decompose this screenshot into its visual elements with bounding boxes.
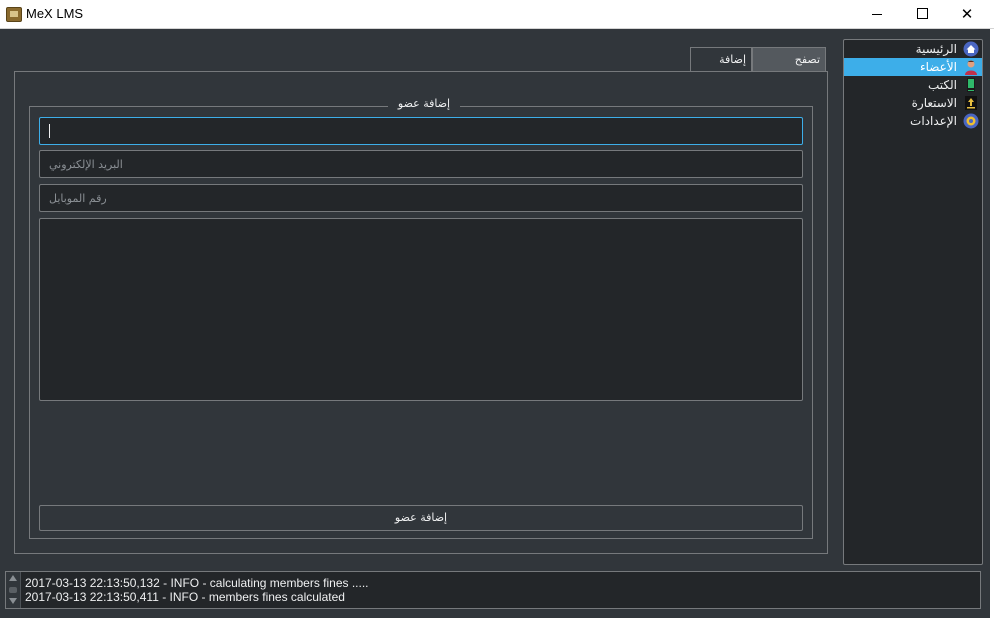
mobile-input[interactable]: رقم الموبايل: [39, 184, 803, 212]
scroll-down-icon[interactable]: [9, 598, 17, 604]
sidebar-item-books[interactable]: الكتب: [844, 76, 982, 94]
tab-add-member[interactable]: إضافة عضو: [690, 47, 752, 90]
notes-textarea[interactable]: [39, 218, 803, 401]
scroll-thumb[interactable]: [9, 587, 17, 593]
sidebar-item-home[interactable]: الرئيسية: [844, 40, 982, 58]
sidebar: الرئيسية الأعضاء الكتب الاستعارة الإعداد…: [843, 39, 983, 565]
close-button[interactable]: ✕: [944, 0, 990, 28]
sidebar-item-label: الرئيسية: [915, 42, 957, 56]
mobile-placeholder: رقم الموبايل: [49, 192, 107, 205]
sidebar-item-label: الأعضاء: [919, 60, 957, 74]
text-caret: [49, 124, 50, 138]
log-line: 2017-03-13 22:13:50,411 - INFO - members…: [25, 590, 345, 604]
borrow-icon: [965, 96, 977, 110]
add-member-button[interactable]: إضافة عضو: [39, 505, 803, 531]
maximize-icon: [916, 8, 928, 19]
log-scrollbar[interactable]: [6, 572, 21, 608]
sidebar-item-label: الاستعارة: [911, 96, 957, 110]
sidebar-item-borrow[interactable]: الاستعارة: [844, 94, 982, 112]
window-edge: [990, 29, 994, 618]
sidebar-item-label: الكتب: [927, 78, 957, 92]
scroll-up-icon[interactable]: [9, 575, 17, 581]
title-bar: MeX LMS ✕: [0, 0, 994, 29]
sidebar-item-settings[interactable]: الإعدادات: [844, 112, 982, 130]
minimize-icon: [872, 14, 882, 15]
log-panel[interactable]: 2017-03-13 22:13:50,132 - INFO - calcula…: [5, 571, 981, 609]
log-line: 2017-03-13 22:13:50,132 - INFO - calcula…: [25, 576, 369, 590]
member-icon: [965, 60, 977, 75]
sidebar-item-members[interactable]: الأعضاء: [844, 58, 982, 76]
book-icon: [967, 78, 975, 92]
window-title: MeX LMS: [26, 6, 84, 21]
email-input[interactable]: البريد الإلكتروني: [39, 150, 803, 178]
home-icon: [963, 41, 979, 57]
settings-icon: [963, 113, 979, 129]
name-input[interactable]: [39, 117, 803, 145]
tab-browse-members[interactable]: تصفح الأعضاء: [752, 47, 826, 90]
close-icon: ✕: [960, 5, 974, 23]
email-placeholder: البريد الإلكتروني: [49, 158, 123, 171]
groupbox-title: إضافة عضو: [388, 96, 460, 112]
sidebar-item-label: الإعدادات: [910, 114, 957, 128]
maximize-button[interactable]: [899, 0, 945, 28]
minimize-button[interactable]: [854, 0, 900, 28]
app-logo-icon: [6, 7, 22, 22]
